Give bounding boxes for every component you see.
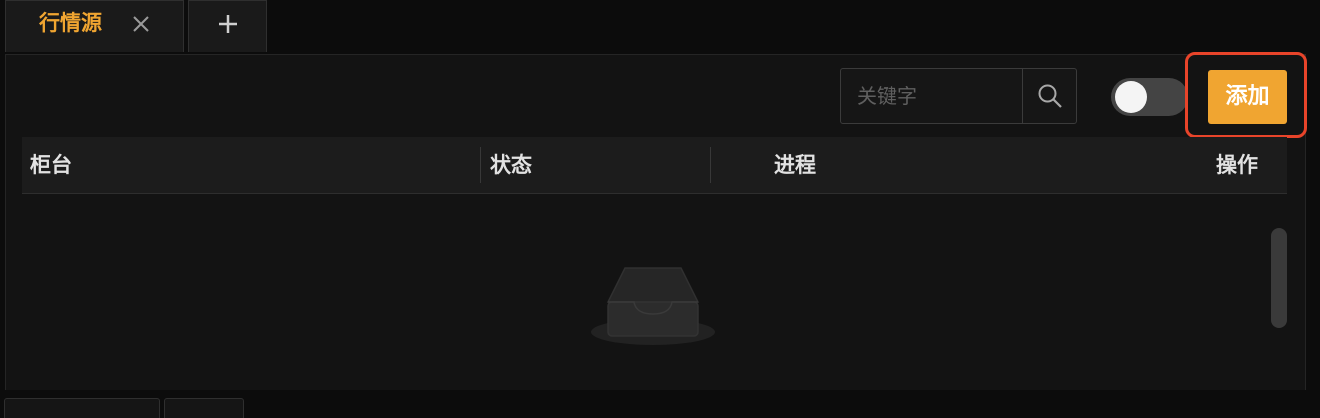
search-button[interactable]	[1022, 69, 1076, 123]
toggle-knob	[1115, 81, 1147, 113]
column-header-status: 状态	[490, 153, 532, 177]
scrollbar-thumb[interactable]	[1271, 228, 1287, 328]
column-header-counter: 柜台	[30, 153, 72, 177]
column-header-actions: 操作	[1216, 153, 1258, 177]
column-divider	[480, 147, 481, 183]
add-button[interactable]: 添加	[1208, 70, 1287, 124]
app-root: 行情源 添加 柜	[0, 0, 1320, 418]
column-divider	[710, 147, 711, 183]
tab-market-source[interactable]: 行情源	[5, 0, 184, 52]
close-icon[interactable]	[130, 13, 152, 35]
empty-inbox-icon	[591, 267, 715, 345]
tab-title: 行情源	[39, 11, 102, 35]
add-tab-button[interactable]	[188, 0, 267, 52]
plus-icon	[216, 12, 240, 36]
table-header: 柜台 状态 进程 操作	[22, 137, 1287, 194]
search-box	[840, 68, 1077, 124]
search-icon	[1038, 84, 1062, 108]
column-header-process: 进程	[774, 153, 816, 177]
bottom-tab[interactable]	[4, 398, 160, 418]
search-input[interactable]	[841, 69, 1022, 123]
toggle-switch[interactable]	[1111, 78, 1188, 116]
bottom-tab[interactable]	[164, 398, 244, 418]
